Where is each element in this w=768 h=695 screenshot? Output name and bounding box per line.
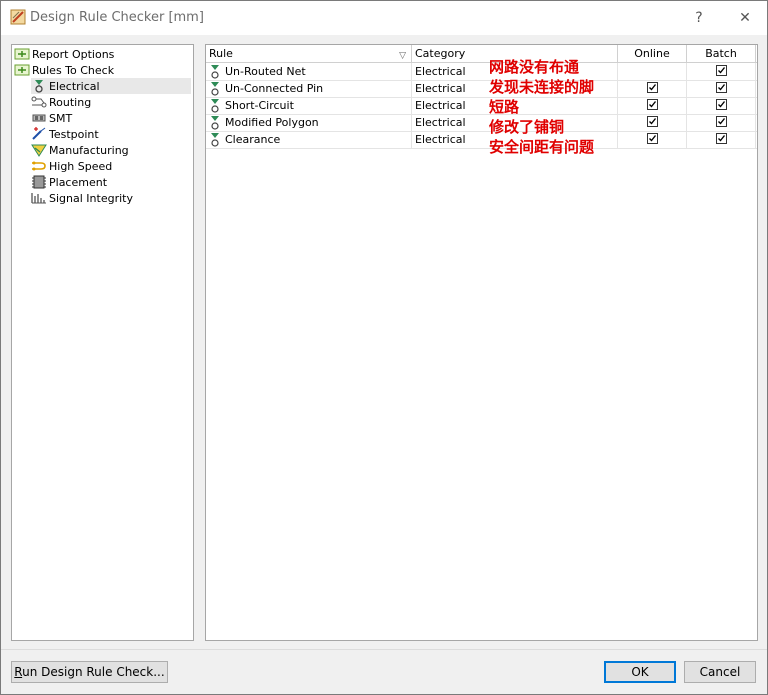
window-title: Design Rule Checker [mm] [30,10,204,25]
design-rule-checker-dialog: Design Rule Checker [mm] ? ✕ Report Opti… [0,0,768,695]
table-row[interactable]: Short-Circuit Electrical [206,97,757,115]
check-icon [718,67,726,74]
tree-item-manufacturing[interactable]: Manufacturing [31,142,129,158]
rule-icon [211,133,219,147]
drc-app-icon [10,9,26,25]
cancel-button[interactable]: Cancel [684,661,756,683]
rules-grid: Rule ▽ Category Online Batch Un-Routed N… [205,44,758,641]
routing-icon [31,96,47,108]
rule-name: Clearance [225,133,281,146]
tree-item-label: Testpoint [49,127,99,141]
ok-button[interactable]: OK [604,661,676,683]
rule-name: Un-Routed Net [225,65,306,78]
check-icon [649,101,657,108]
rule-icon [211,82,219,96]
annotation-text: 短路 [489,98,520,116]
column-header-batch[interactable]: Batch [687,45,756,62]
tree-item-label: Electrical [49,79,100,93]
tree-item-electrical[interactable]: Electrical [31,78,191,94]
annotation-text: 发现未连接的脚 [489,78,595,96]
check-icon [649,118,657,125]
online-checkbox[interactable] [647,99,658,110]
tree-item-label: Routing [49,95,92,109]
close-button[interactable]: ✕ [723,1,767,35]
check-icon [649,84,657,91]
tree-item-high-speed[interactable]: High Speed [31,158,112,174]
signal-integrity-icon [31,193,46,204]
rules-tree: Report Options Rules To Check Electrical [11,44,194,641]
online-checkbox[interactable] [647,133,658,144]
batch-checkbox[interactable] [716,116,727,127]
rule-name: Short-Circuit [225,99,294,112]
tree-item-smt[interactable]: SMT [31,110,72,126]
testpoint-icon [32,127,46,140]
tree-item-testpoint[interactable]: Testpoint [31,126,99,142]
tree-item-label: Placement [49,175,108,189]
annotation-text: 修改了铺铜 [489,118,565,136]
batch-checkbox[interactable] [716,65,727,76]
rule-name: Modified Polygon [225,116,319,129]
close-icon: ✕ [739,10,751,26]
online-checkbox[interactable] [647,82,658,93]
rules-to-check-icon [14,64,30,76]
tree-item-report-options[interactable]: Report Options [14,46,114,62]
grid-header: Rule ▽ Category Online Batch [206,45,757,63]
check-icon [649,135,657,142]
check-icon [718,84,726,91]
high-speed-icon [32,161,46,171]
table-row[interactable]: Modified Polygon Electrical [206,114,757,132]
tree-item-label: Report Options [32,47,115,61]
table-row[interactable]: Un-Connected Pin Electrical [206,80,757,98]
smt-icon [32,114,46,122]
rule-name: Un-Connected Pin [225,82,324,95]
tree-item-rules-to-check[interactable]: Rules To Check [14,62,114,78]
electrical-icon [35,80,43,93]
tree-item-signal-integrity[interactable]: Signal Integrity [31,190,133,206]
placement-icon [32,175,46,189]
annotation-text: 网路没有布通 [489,58,580,76]
tree-item-label: Manufacturing [49,143,129,157]
footer-divider [1,649,767,650]
table-row[interactable]: Clearance Electrical [206,131,757,149]
annotation-text: 安全间距有问题 [489,138,595,156]
check-icon [718,118,726,125]
run-design-rule-check-button[interactable]: Run Design Rule Check... [11,661,168,683]
manufacturing-icon [31,144,47,157]
column-header-rule[interactable]: Rule ▽ [206,45,412,62]
rule-icon [211,116,219,130]
tree-item-label: Signal Integrity [49,191,133,205]
rule-icon [211,65,219,79]
batch-checkbox[interactable] [716,133,727,144]
help-button[interactable]: ? [677,1,721,35]
tree-item-label: Rules To Check [32,63,115,77]
tree-item-label: High Speed [49,159,113,173]
check-icon [718,135,726,142]
tree-item-routing[interactable]: Routing [31,94,91,110]
tree-item-placement[interactable]: Placement [31,174,107,190]
title-bar: Design Rule Checker [mm] ? ✕ [1,1,767,35]
online-checkbox[interactable] [647,116,658,127]
table-row[interactable]: Un-Routed Net Electrical [206,63,757,81]
batch-checkbox[interactable] [716,82,727,93]
tree-item-label: SMT [49,111,73,125]
batch-checkbox[interactable] [716,99,727,110]
check-icon [718,101,726,108]
column-header-online[interactable]: Online [618,45,687,62]
rule-icon [211,99,219,113]
report-options-icon [14,48,30,60]
